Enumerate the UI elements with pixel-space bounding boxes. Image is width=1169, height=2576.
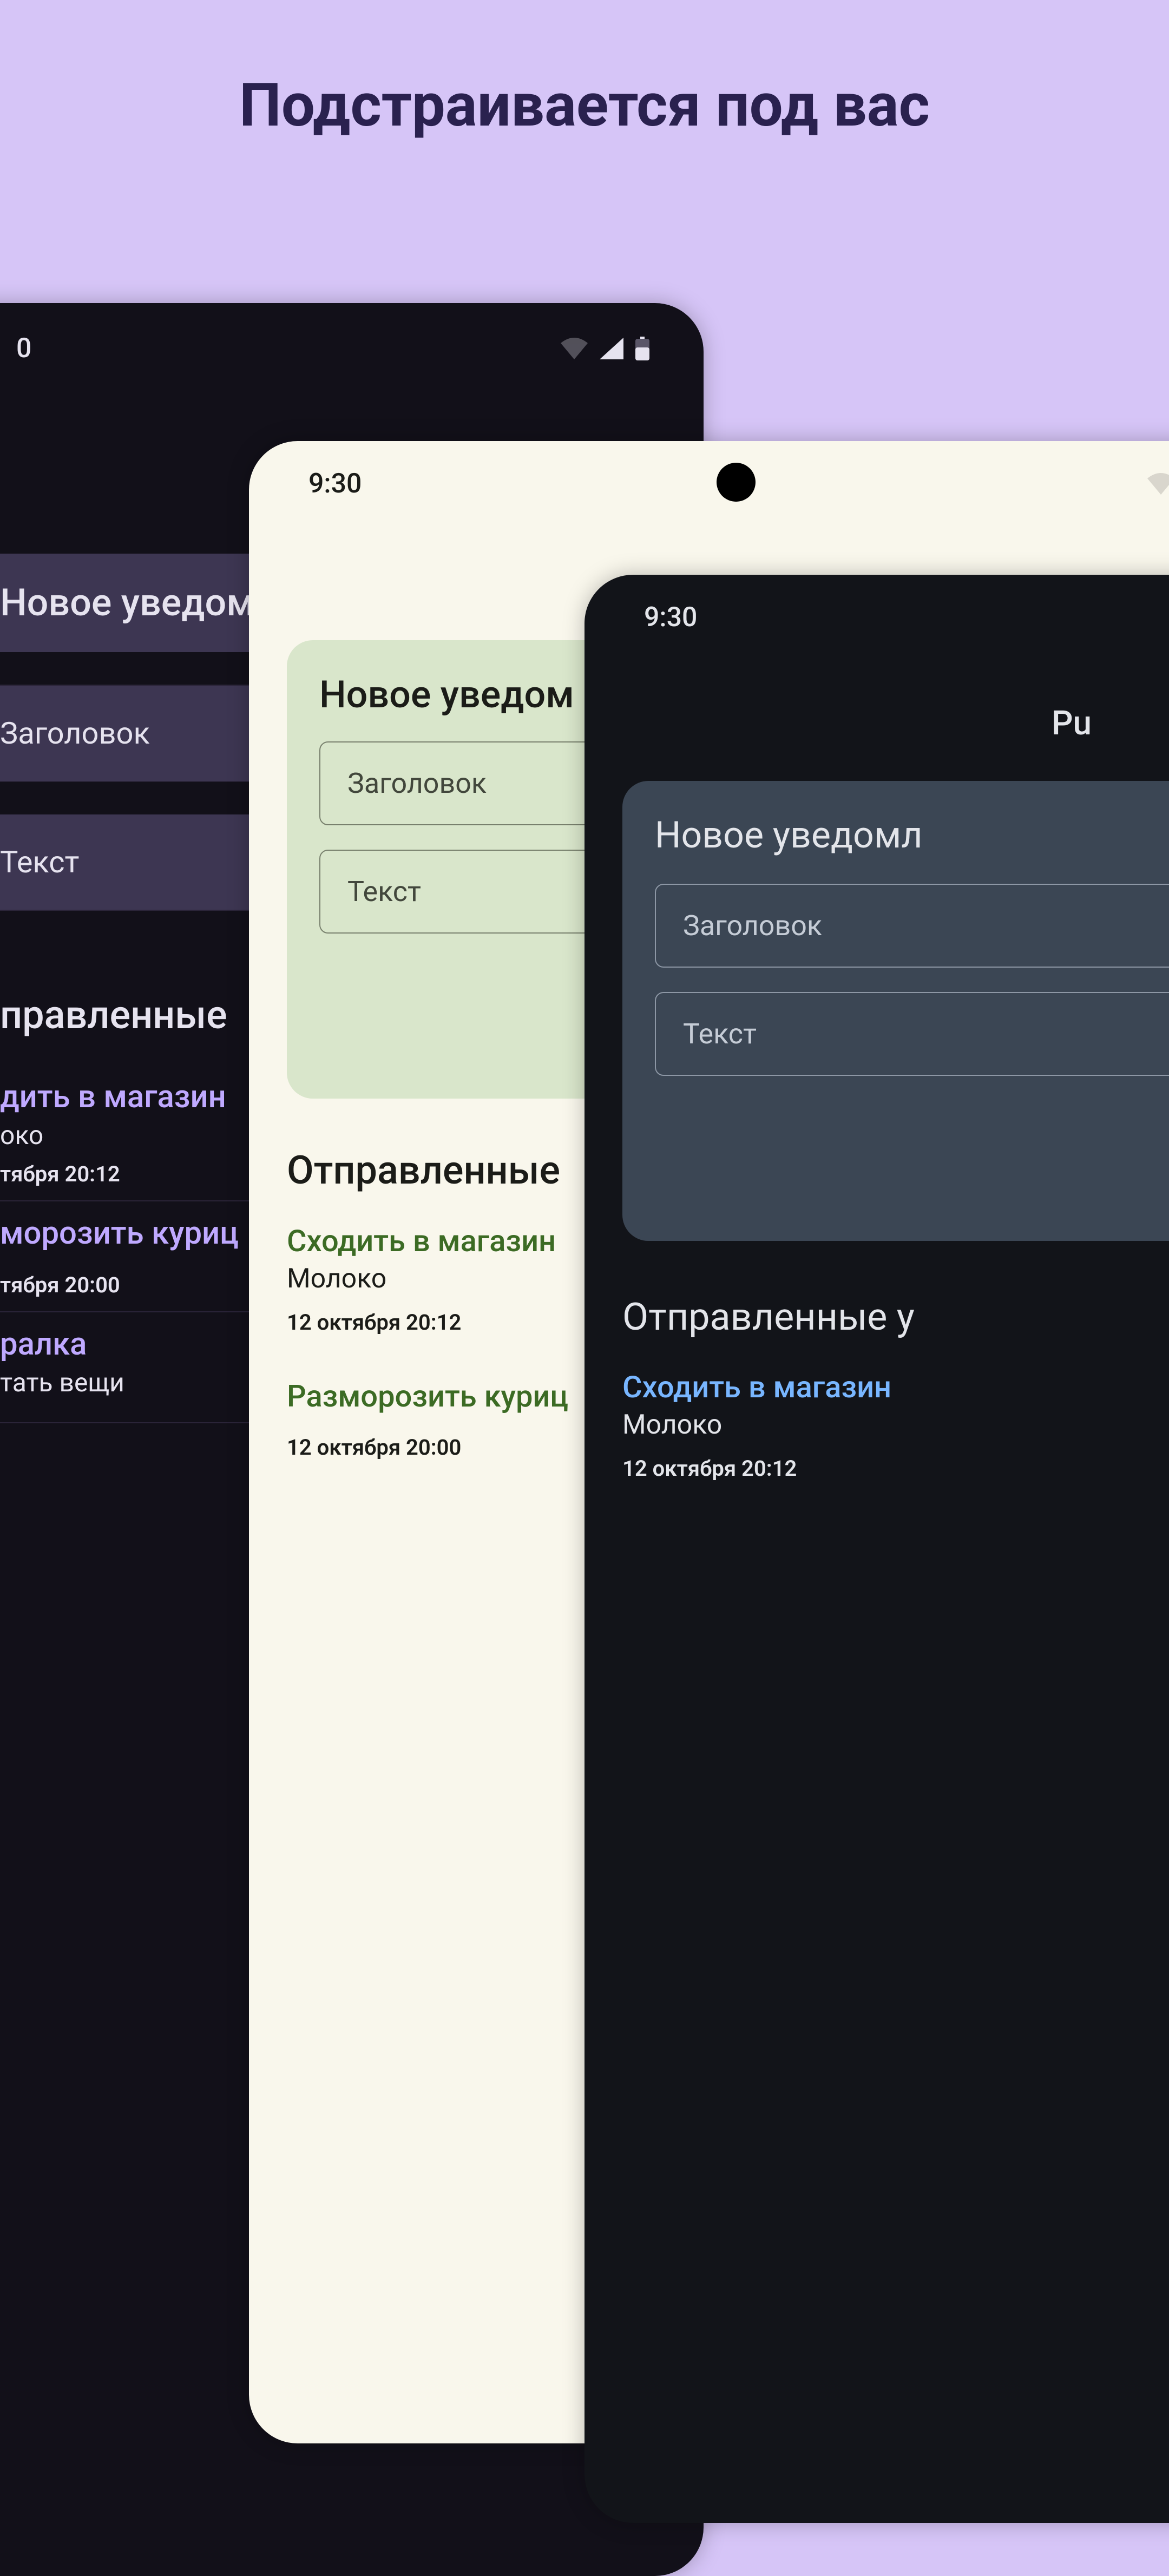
status-bar: 0 (0, 303, 704, 364)
phone-dark-blue: 9:30 Pu Новое уведомл Заголовок Текст От… (584, 575, 1169, 2523)
sent-section-title: Отправленные у (584, 1273, 1169, 1369)
notification-time: 12 октября 20:12 (622, 1456, 1169, 1481)
text-input-placeholder: Текст (347, 875, 421, 908)
title-input[interactable]: Заголовок (655, 884, 1169, 968)
notification-title: Сходить в магазин (622, 1369, 1169, 1405)
app-title: Pu (584, 633, 1169, 781)
title-input-placeholder: Заголовок (683, 909, 822, 942)
text-input-placeholder: Текст (683, 1017, 757, 1050)
new-notification-card: Новое уведомл Заголовок Текст (622, 781, 1169, 1241)
status-time: 9:30 (308, 468, 362, 500)
battery-icon (635, 337, 649, 360)
text-input[interactable]: Текст (655, 992, 1169, 1076)
status-time: 0 (16, 333, 31, 364)
status-icons (561, 337, 649, 360)
camera-hole-icon (717, 463, 756, 502)
cellular-icon (600, 338, 623, 359)
wifi-icon (561, 338, 588, 359)
notification-item[interactable]: Сходить в магазин Молоко 12 октября 20:1… (584, 1369, 1169, 1503)
new-notification-title: Новое уведомл (655, 813, 1169, 857)
notification-body: Молоко (622, 1409, 1169, 1441)
status-bar: 9:30 (584, 575, 1169, 633)
hero-title: Подстраивается под вас (0, 70, 1169, 140)
title-input-placeholder: Заголовок (347, 767, 487, 800)
status-icons (1147, 473, 1169, 495)
status-time: 9:30 (644, 602, 697, 633)
wifi-icon (1147, 473, 1169, 495)
status-bar: 9:30 (249, 441, 1169, 500)
